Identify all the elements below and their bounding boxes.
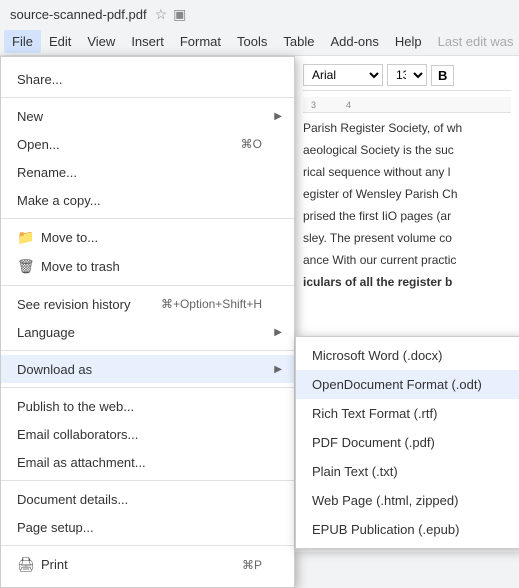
menu-publish-web[interactable]: Publish to the web... xyxy=(1,392,294,420)
file-dropdown-menu: Share... New Open... ⌘O Rename... Make a… xyxy=(0,56,295,588)
menu-share[interactable]: Share... xyxy=(1,65,294,93)
menu-open[interactable]: Open... ⌘O xyxy=(1,130,294,158)
main-layout: Share... New Open... ⌘O Rename... Make a… xyxy=(0,56,519,552)
doc-text-area: Parish Register Society, of wh aeologica… xyxy=(303,119,511,291)
doc-toolbar: Arial 13 B xyxy=(303,64,511,91)
menu-help[interactable]: Help xyxy=(387,30,430,53)
folder-menu-icon: 📁 xyxy=(17,229,37,246)
star-icon[interactable]: ☆ xyxy=(155,6,168,23)
menu-revision-history[interactable]: See revision history ⌘+Option+Shift+H xyxy=(1,290,294,318)
title-bar: source-scanned-pdf.pdf ☆ ▣ xyxy=(0,0,519,28)
menu-download-as[interactable]: Download as xyxy=(1,355,294,383)
doc-line-1: Parish Register Society, of wh xyxy=(303,119,511,137)
document-title: source-scanned-pdf.pdf xyxy=(10,7,147,22)
trash-menu-icon: 🗑 xyxy=(17,258,37,275)
download-submenu: Microsoft Word (.docx) OpenDocument Form… xyxy=(295,336,519,549)
bold-button[interactable]: B xyxy=(431,65,454,86)
menu-language[interactable]: Language xyxy=(1,318,294,346)
menu-insert[interactable]: Insert xyxy=(123,30,172,53)
menu-format[interactable]: Format xyxy=(172,30,229,53)
doc-line-2: aeological Society is the suc xyxy=(303,141,511,159)
menu-document-details[interactable]: Document details... xyxy=(1,485,294,513)
submenu-word[interactable]: Microsoft Word (.docx) xyxy=(296,341,519,370)
menu-tools[interactable]: Tools xyxy=(229,30,275,53)
submenu-txt[interactable]: Plain Text (.txt) xyxy=(296,457,519,486)
menu-section-details: Document details... Page setup... xyxy=(1,481,294,546)
menu-section-revision: See revision history ⌘+Option+Shift+H La… xyxy=(1,286,294,351)
menu-file[interactable]: File xyxy=(4,30,41,53)
submenu-odf[interactable]: OpenDocument Format (.odt) xyxy=(296,370,519,399)
submenu-pdf[interactable]: PDF Document (.pdf) xyxy=(296,428,519,457)
ruler: 3 4 xyxy=(303,97,511,113)
menu-move-to[interactable]: 📁 Move to... xyxy=(1,223,294,252)
menu-table[interactable]: Table xyxy=(275,30,322,53)
folder-icon[interactable]: ▣ xyxy=(173,6,186,23)
menu-email-collaborators[interactable]: Email collaborators... xyxy=(1,420,294,448)
doc-line-8: iculars of all the register b xyxy=(303,273,511,291)
menu-rename[interactable]: Rename... xyxy=(1,158,294,186)
print-menu-icon: 🖨 xyxy=(17,556,37,573)
menu-addons[interactable]: Add-ons xyxy=(322,30,386,53)
doc-line-5: prised the first IiO pages (ar xyxy=(303,207,511,225)
menu-page-setup[interactable]: Page setup... xyxy=(1,513,294,541)
submenu-rtf[interactable]: Rich Text Format (.rtf) xyxy=(296,399,519,428)
font-family-select[interactable]: Arial xyxy=(303,64,383,86)
menu-section-download: Download as xyxy=(1,351,294,388)
submenu-html[interactable]: Web Page (.html, zipped) xyxy=(296,486,519,515)
menu-move-to-trash[interactable]: 🗑 Move to trash xyxy=(1,252,294,281)
doc-line-4: egister of Wensley Parish Ch xyxy=(303,185,511,203)
doc-line-3: rical sequence without any l xyxy=(303,163,511,181)
menu-section-publish: Publish to the web... Email collaborator… xyxy=(1,388,294,481)
menu-section-new: New Open... ⌘O Rename... Make a copy... xyxy=(1,98,294,219)
menu-last-edit: Last edit was xyxy=(430,30,519,53)
menu-view[interactable]: View xyxy=(79,30,123,53)
submenu-epub[interactable]: EPUB Publication (.epub) xyxy=(296,515,519,544)
doc-line-7: ance With our current practic xyxy=(303,251,511,269)
menu-bar: File Edit View Insert Format Tools Table… xyxy=(0,28,519,56)
menu-print[interactable]: 🖨 Print ⌘P xyxy=(1,550,294,579)
menu-make-copy[interactable]: Make a copy... xyxy=(1,186,294,214)
font-size-select[interactable]: 13 xyxy=(387,64,427,86)
menu-section-share: Share... xyxy=(1,61,294,98)
menu-email-attachment[interactable]: Email as attachment... xyxy=(1,448,294,476)
menu-edit[interactable]: Edit xyxy=(41,30,79,53)
doc-line-6: sley. The present volume co xyxy=(303,229,511,247)
menu-new[interactable]: New xyxy=(1,102,294,130)
title-icons: ☆ ▣ xyxy=(155,6,187,23)
menu-section-move: 📁 Move to... 🗑 Move to trash xyxy=(1,219,294,286)
